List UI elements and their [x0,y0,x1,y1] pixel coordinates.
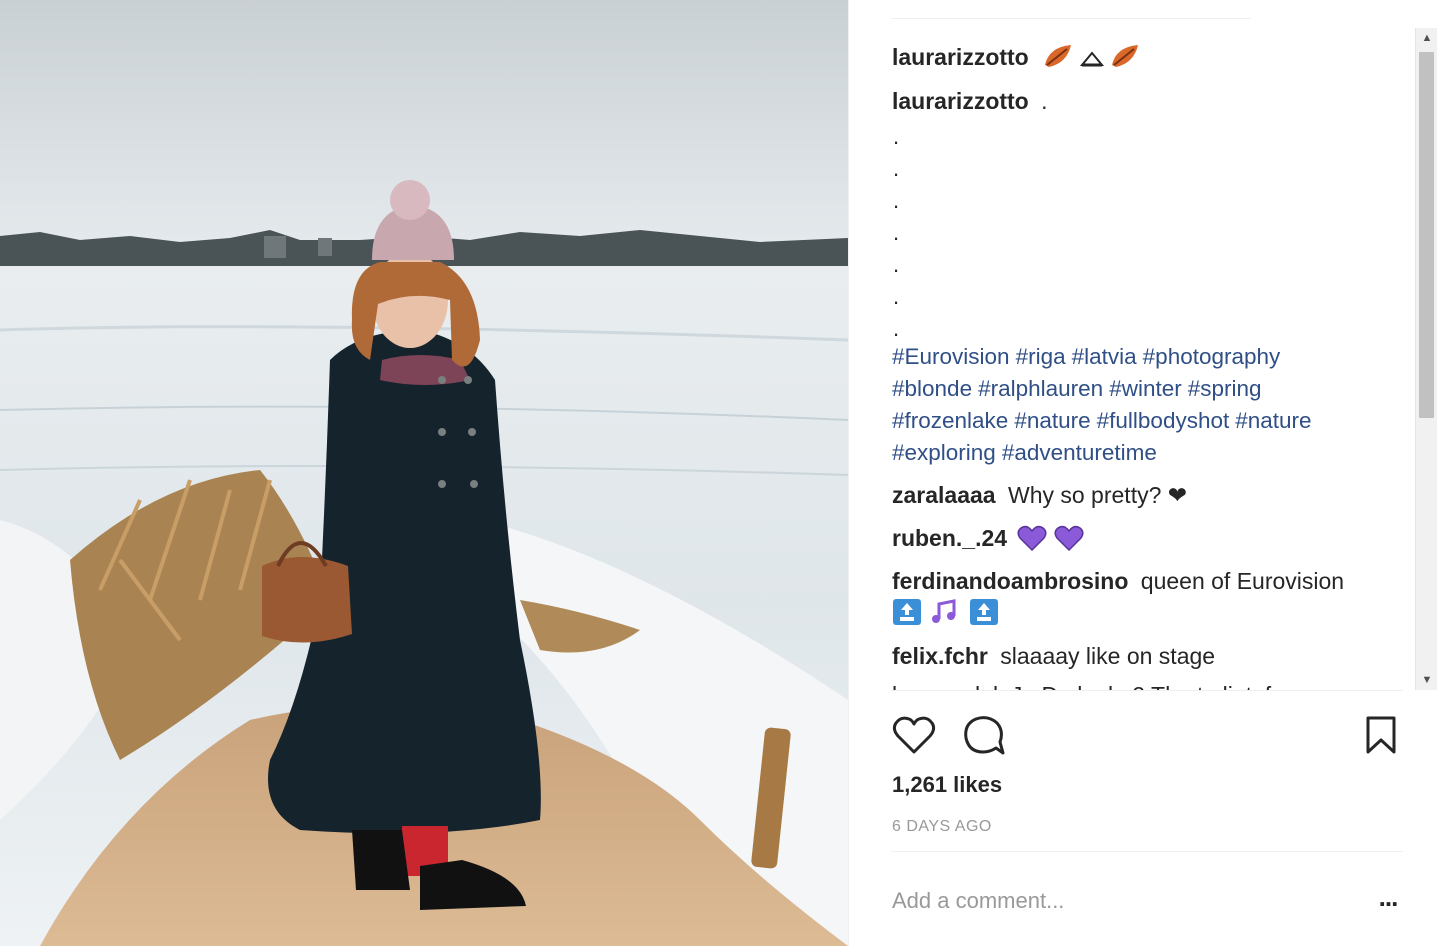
hashtag-link[interactable]: #adventuretime [1002,440,1157,465]
comment-item: felix.fchr slaaaay like on stage [892,641,1215,671]
caption-dot: . [893,124,900,149]
comment-emoji-row [892,598,999,633]
post-timestamp[interactable]: 6 DAYS AGO [892,818,992,836]
scroll-down-arrow-icon[interactable]: ▼ [1416,670,1438,690]
hashtag-link[interactable]: #winter [1109,376,1182,401]
scrollbar-thumb[interactable] [1419,52,1434,418]
post-actions [891,712,1396,760]
hashtag-link[interactable]: #photography [1143,344,1281,369]
hashtag-row: #frozenlake #nature #fullbodyshot #nature [892,405,1382,437]
hashtag-link[interactable]: #fullbodyshot [1097,408,1230,433]
hashtag-link[interactable]: #riga [1016,344,1066,369]
hashtag-link[interactable]: #blonde [892,376,972,401]
caption-dot: . [893,156,900,181]
save-button[interactable] [1358,712,1404,758]
scroll-up-arrow-icon[interactable]: ▲ [1416,28,1438,48]
purple-heart-emoji-icon [1054,525,1084,558]
comment-item: zaralaaaa Why so pretty? ❤ [892,480,1187,510]
comment-username[interactable]: ferdinandoambrosino [892,568,1128,594]
purple-heart-emoji-icon [1017,525,1047,558]
comment-username[interactable]: zaralaaaa [892,482,996,508]
post-photo[interactable] [0,0,848,946]
divider [891,690,1403,691]
post-header: laurarizzotto [892,42,1140,76]
likes-count[interactable]: 1,261 likes [892,772,1002,798]
comment-item: ferdinandoambrosino queen of Eurovision [892,566,1344,596]
autumn-leaf-emoji-icon [1043,43,1073,76]
heart-icon [892,716,936,754]
autumn-leaf-emoji-icon [1110,43,1140,76]
hashtag-row: #exploring #adventuretime [892,437,1382,469]
hashtag-row: #Eurovision #riga #latvia #photography [892,341,1382,373]
comment-username[interactable]: felix.fchr [892,643,988,669]
caption-dot: . [893,220,900,245]
hashtag-link[interactable]: #Eurovision [892,344,1010,369]
hashtag-link[interactable]: #latvia [1072,344,1137,369]
divider [891,18,1251,19]
comment-text: slaaaay like on stage [1000,643,1216,669]
hashtag-block: #Eurovision #riga #latvia #photography #blo… [892,341,1382,469]
comment-text: Why so pretty? ❤ [1007,482,1188,508]
author-username[interactable]: laurarizzotto [892,44,1029,70]
caption-dot: . [893,188,900,213]
hashtag-link[interactable]: #spring [1188,376,1262,401]
comments-scroll-area[interactable]: laurarizzotto laurarizzotto . . . . . . … [849,28,1415,690]
divider [891,851,1403,852]
comment-icon [964,716,1005,755]
hashtag-link[interactable]: #nature [1014,408,1090,433]
comment-username[interactable]: ruben._.24 [892,525,1007,551]
more-icon[interactable]: ... [1371,884,1405,916]
caption-dot: . [893,284,900,309]
post-side-panel: laurarizzotto laurarizzotto . . . . . . … [848,0,1442,946]
musical-notes-emoji-icon [930,598,960,633]
post-photo-illustration [0,0,848,946]
bookmark-icon [1366,716,1396,754]
hashtag-row: #blonde #ralphlauren #winter #spring [892,373,1382,405]
top-arrow-emoji-icon [892,598,922,633]
comment-button[interactable] [961,712,1007,758]
comment-item: ruben._.24 [892,523,1084,558]
hashtag-link[interactable]: #frozenlake [892,408,1008,433]
hashtag-link[interactable]: #nature [1235,408,1311,433]
top-arrow-emoji-icon [969,598,999,633]
caption-dot: . [893,252,900,277]
caption-username[interactable]: laurarizzotto [892,88,1029,114]
caption-dot: . [893,316,900,341]
mountain-emoji-icon [1079,44,1104,74]
hashtag-link[interactable]: #ralphlauren [978,376,1103,401]
clipped-comment-item: l...m ....d..l..J.. D...k...l.. 2 Th...t… [892,680,1271,690]
hashtag-link[interactable]: #exploring [892,440,996,465]
caption-text: . [1041,88,1048,114]
comment-text: queen of Eurovision [1140,568,1345,594]
add-comment-input[interactable] [892,884,1332,918]
like-button[interactable] [891,712,937,758]
comments-scrollbar[interactable]: ▲ ▼ [1415,28,1437,690]
caption: laurarizzotto . [892,86,1048,116]
